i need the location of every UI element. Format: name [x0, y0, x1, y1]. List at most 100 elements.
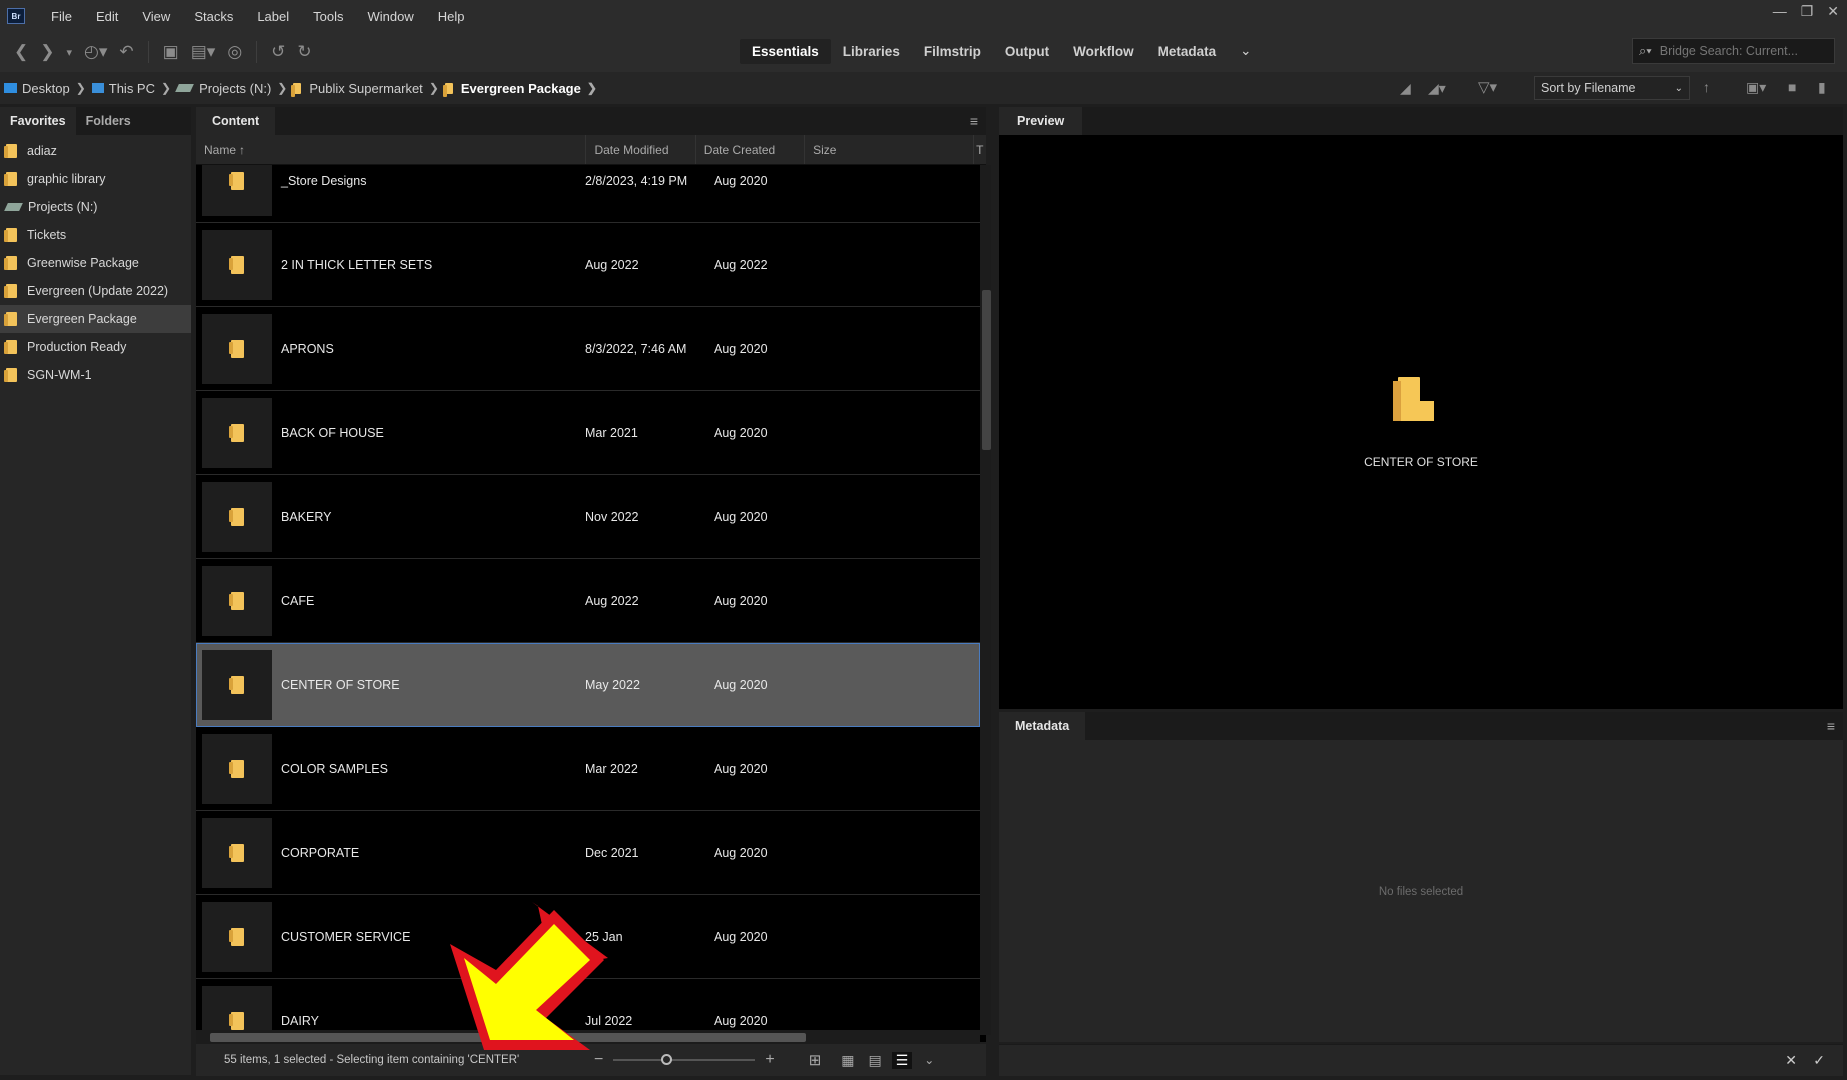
- scrollbar-thumb[interactable]: [982, 290, 991, 450]
- close-button[interactable]: ✕: [1827, 3, 1839, 20]
- breadcrumb-evergreen[interactable]: Evergreen Package ❯: [442, 80, 597, 97]
- table-row[interactable]: 2 IN THICK LETTER SETS Aug 2022 Aug 2022: [196, 223, 980, 307]
- workspace-libraries[interactable]: Libraries: [831, 39, 912, 64]
- favorite-item[interactable]: Production Ready: [0, 333, 191, 361]
- sort-dropdown[interactable]: Sort by Filename ⌄: [1534, 76, 1690, 100]
- thumbnail: [202, 565, 272, 636]
- panel-menu-icon[interactable]: ≡: [1827, 718, 1835, 734]
- restore-button[interactable]: ❐: [1801, 3, 1814, 20]
- date-created: Aug 2020: [714, 1013, 768, 1028]
- table-row[interactable]: COLOR SAMPLES Mar 2022 Aug 2020: [196, 727, 980, 811]
- panel-menu-icon[interactable]: ≡: [970, 113, 978, 129]
- workspace-metadata[interactable]: Metadata: [1146, 39, 1229, 64]
- menu-tools[interactable]: Tools: [301, 9, 355, 24]
- menu-stacks[interactable]: Stacks: [182, 9, 245, 24]
- list-view-icon[interactable]: ☰: [891, 1051, 913, 1069]
- forward-arrow-icon[interactable]: ❯: [40, 42, 54, 62]
- status-text: 55 items, 1 selected - Selecting item co…: [224, 1054, 520, 1066]
- panel-divider[interactable]: [991, 107, 999, 1075]
- menu-file[interactable]: File: [39, 9, 84, 24]
- table-row[interactable]: _Store Designs 2/8/2023, 4:19 PM Aug 2020: [196, 165, 980, 223]
- workspace-workflow[interactable]: Workflow: [1061, 39, 1146, 64]
- favorite-item[interactable]: Projects (N:): [0, 193, 191, 221]
- filter-icon[interactable]: ▽▾: [1478, 78, 1497, 96]
- panel-tabs: Favorites Folders: [0, 107, 191, 135]
- refine-icon[interactable]: ▤▾: [191, 42, 216, 62]
- column-date-created[interactable]: Date Created: [696, 135, 806, 164]
- camera-icon[interactable]: ▣: [163, 42, 179, 62]
- favorite-item[interactable]: graphic library: [0, 165, 191, 193]
- workspace-filmstrip[interactable]: Filmstrip: [912, 39, 993, 64]
- sort-direction-icon[interactable]: ↑: [1703, 79, 1710, 95]
- menu-label[interactable]: Label: [245, 9, 301, 24]
- thumbnail-view-icon[interactable]: ▦: [841, 1052, 854, 1069]
- tab-preview[interactable]: Preview: [999, 107, 1083, 135]
- column-type[interactable]: T: [974, 135, 986, 164]
- thumbnail-size-slider[interactable]: [613, 1054, 756, 1065]
- workspace-more-icon[interactable]: ⌄: [1228, 38, 1263, 64]
- column-size[interactable]: Size: [805, 135, 975, 164]
- column-date-modified[interactable]: Date Modified: [586, 135, 696, 164]
- table-row-selected[interactable]: CENTER OF STORE May 2022 Aug 2020: [196, 643, 980, 727]
- column-label: Date Created: [703, 142, 776, 157]
- breadcrumb-this-pc[interactable]: This PC ❯: [91, 81, 171, 96]
- quality-dropdown-icon[interactable]: ◢▾: [1428, 80, 1446, 97]
- back-arrow-icon[interactable]: ❮: [14, 42, 28, 62]
- tab-folders[interactable]: Folders: [76, 107, 141, 135]
- toolbar-divider: [256, 41, 258, 63]
- details-view-icon[interactable]: ▤: [869, 1052, 882, 1069]
- date-modified: May 2022: [585, 677, 640, 692]
- tab-favorites[interactable]: Favorites: [0, 107, 76, 135]
- table-row[interactable]: CAFE Aug 2022 Aug 2020: [196, 559, 980, 643]
- slider-handle[interactable]: [661, 1054, 673, 1065]
- favorite-label: graphic library: [27, 172, 106, 186]
- breadcrumb-label: Evergreen Package: [460, 80, 581, 96]
- recent-history-icon[interactable]: ◴▾: [84, 42, 107, 62]
- workspace-essentials[interactable]: Essentials: [740, 38, 831, 64]
- breadcrumb-publix[interactable]: Publix Supermarket ❯: [291, 81, 439, 97]
- favorite-item[interactable]: SGN-WM-1: [0, 361, 191, 389]
- zoom-in-icon[interactable]: +: [765, 1051, 774, 1069]
- rotate-right-icon[interactable]: ↻: [297, 42, 311, 62]
- menu-window[interactable]: Window: [356, 9, 426, 24]
- tab-metadata[interactable]: Metadata: [999, 712, 1086, 740]
- rotate-left-icon[interactable]: ↺: [271, 42, 285, 62]
- minimize-button[interactable]: —: [1773, 3, 1787, 19]
- table-row[interactable]: APRONS 8/3/2022, 7:46 AM Aug 2020: [196, 307, 980, 391]
- search-box[interactable]: ⌕▾: [1632, 38, 1835, 64]
- favorite-item[interactable]: adiaz: [0, 137, 191, 165]
- favorite-item[interactable]: Greenwise Package: [0, 249, 191, 277]
- menu-edit[interactable]: Edit: [84, 9, 130, 24]
- search-input[interactable]: [1659, 44, 1820, 58]
- file-name: 2 IN THICK LETTER SETS: [281, 257, 433, 272]
- favorite-item[interactable]: Evergreen (Update 2022): [0, 277, 191, 305]
- breadcrumb-projects[interactable]: Projects (N:) ❯: [175, 81, 287, 96]
- workspace-output[interactable]: Output: [993, 39, 1061, 64]
- open-in-camera-raw-icon[interactable]: ◎: [227, 42, 242, 62]
- cancel-icon[interactable]: ✕: [1785, 1052, 1797, 1069]
- sort-ascending-icon: ↑: [239, 142, 246, 157]
- view-options-icon[interactable]: ⌄: [924, 1053, 934, 1067]
- trash-icon[interactable]: ▮: [1818, 79, 1826, 96]
- table-row[interactable]: BACK OF HOUSE Mar 2021 Aug 2020: [196, 391, 980, 475]
- menu-help[interactable]: Help: [426, 9, 477, 24]
- apply-icon[interactable]: ✓: [1813, 1052, 1825, 1069]
- recent-files-icon[interactable]: ▣▾: [1746, 79, 1766, 96]
- favorite-item-selected[interactable]: Evergreen Package: [0, 305, 191, 333]
- zoom-out-icon[interactable]: −: [594, 1051, 603, 1069]
- history-dropdown-icon[interactable]: ▾: [67, 46, 73, 59]
- tab-content[interactable]: Content: [196, 107, 276, 135]
- table-row[interactable]: CORPORATE Dec 2021 Aug 2020: [196, 811, 980, 895]
- table-row[interactable]: BAKERY Nov 2022 Aug 2020: [196, 475, 980, 559]
- menu-view[interactable]: View: [130, 9, 182, 24]
- date-created: Aug 2022: [714, 257, 768, 272]
- favorite-item[interactable]: Tickets: [0, 221, 191, 249]
- new-folder-icon[interactable]: ■: [1788, 79, 1796, 95]
- column-name[interactable]: Name ↑: [196, 135, 587, 164]
- search-icon[interactable]: ⌕▾: [1639, 43, 1652, 59]
- quality-icon[interactable]: ◢: [1400, 80, 1411, 97]
- thumbnail: [202, 165, 272, 216]
- return-to-app-icon[interactable]: ↶: [119, 42, 133, 62]
- breadcrumb-desktop[interactable]: Desktop ❯: [4, 81, 86, 96]
- grid-lock-icon[interactable]: ⊞: [809, 1051, 822, 1069]
